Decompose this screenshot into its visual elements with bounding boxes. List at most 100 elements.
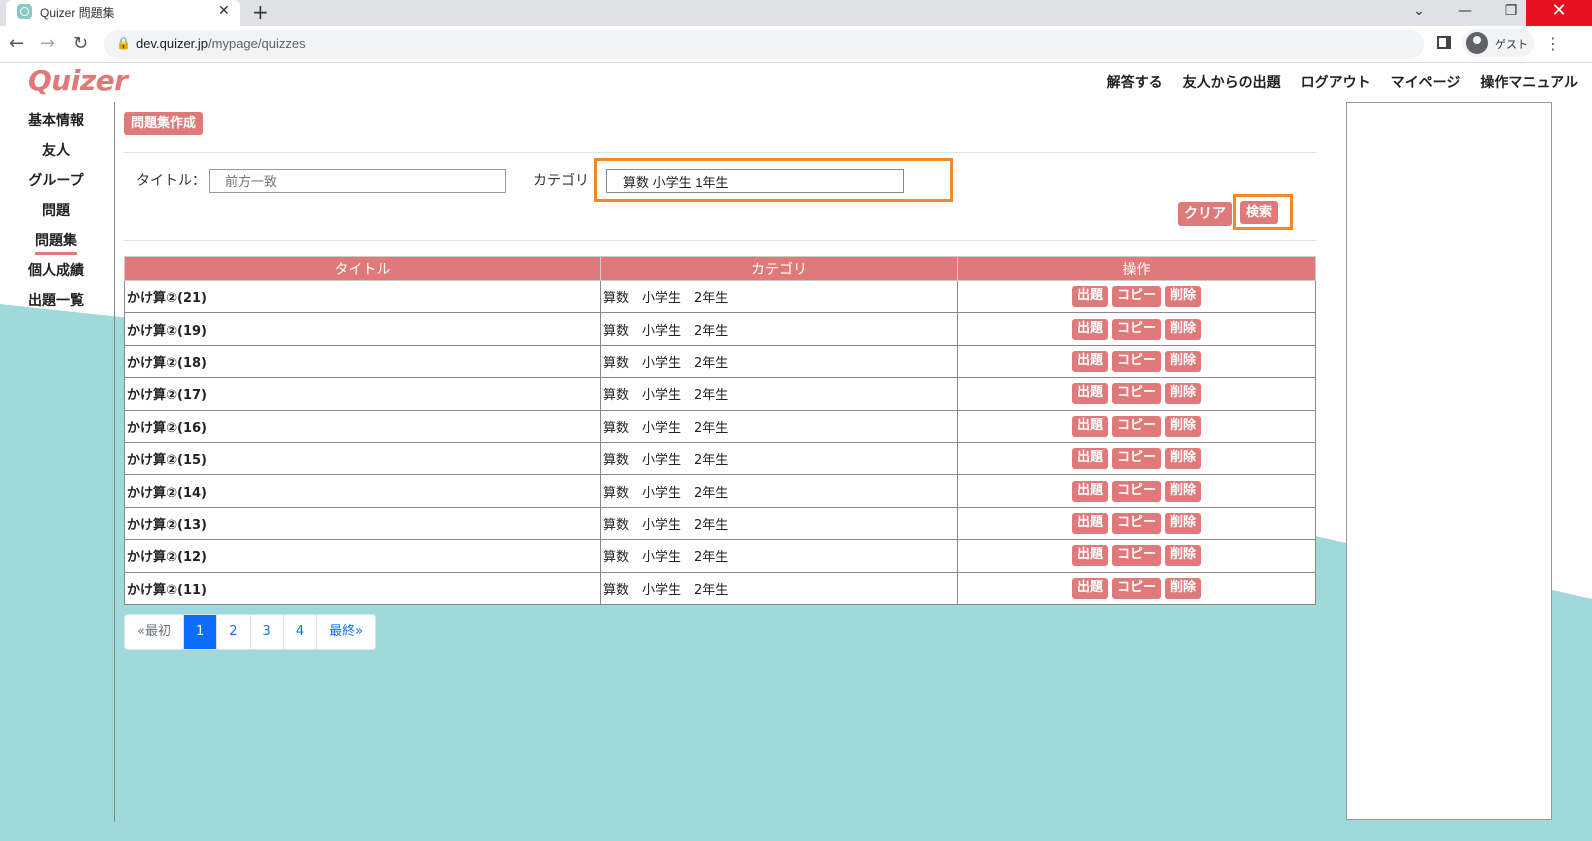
- cell-title: かけ算②(17): [124, 377, 601, 411]
- sidebar-item-results[interactable]: 個人成績: [0, 260, 112, 290]
- logo[interactable]: Quizer: [28, 64, 128, 97]
- cell-title: かけ算②(11): [124, 571, 601, 605]
- browser-tab[interactable]: Quizer 問題集 ✕: [6, 0, 240, 26]
- page-4[interactable]: 4: [283, 615, 318, 649]
- close-tab-icon[interactable]: ✕: [218, 3, 230, 19]
- nav-mypage[interactable]: マイページ: [1391, 72, 1461, 92]
- sidebar-item-questions[interactable]: 問題: [0, 200, 112, 230]
- avatar-icon: [1466, 32, 1488, 54]
- page-1[interactable]: 1: [183, 615, 218, 649]
- page-first[interactable]: «最初: [125, 615, 184, 649]
- assign-button[interactable]: 出題: [1071, 577, 1108, 599]
- assign-button[interactable]: 出題: [1071, 318, 1108, 340]
- lock-icon[interactable]: 🔒: [116, 36, 131, 50]
- header-actions: 操作: [957, 256, 1316, 281]
- copy-button[interactable]: コピー: [1111, 512, 1161, 534]
- main-content: 問題集作成 タイトル： カテゴリ クリア 検索 タイトル カテゴリ 操作 かけ算…: [124, 112, 1316, 650]
- title-label: タイトル：: [136, 173, 206, 189]
- nav-answer[interactable]: 解答する: [1107, 72, 1163, 92]
- sidebar-item-label: 問題集: [35, 233, 77, 255]
- url-host: dev.quizer.jp: [136, 36, 209, 51]
- sidebar-item-basic-info[interactable]: 基本情報: [0, 110, 112, 140]
- category-select[interactable]: [606, 169, 904, 193]
- sidebar-item-groups[interactable]: グループ: [0, 170, 112, 200]
- copy-button[interactable]: コピー: [1111, 383, 1161, 405]
- copy-button[interactable]: コピー: [1111, 577, 1161, 599]
- sidebar-item-quizzes[interactable]: 問題集: [0, 230, 112, 260]
- search-button[interactable]: 検索: [1240, 201, 1279, 224]
- cell-category: 算数 小学生 2年生: [600, 441, 958, 476]
- copy-button[interactable]: コピー: [1111, 480, 1161, 502]
- page-last[interactable]: 最終»: [317, 615, 376, 649]
- url-text[interactable]: dev.quizer.jp/mypage/quizzes: [136, 36, 306, 51]
- assign-button[interactable]: 出題: [1071, 448, 1108, 470]
- profile-button[interactable]: ゲスト: [1462, 29, 1534, 57]
- copy-button[interactable]: コピー: [1111, 286, 1161, 308]
- cell-category: 算数 小学生 2年生: [600, 474, 958, 508]
- table-row: かけ算②(19) 算数 小学生 2年生 出題 コピー 削除: [124, 312, 1316, 346]
- delete-button[interactable]: 削除: [1165, 350, 1202, 372]
- nav-manual[interactable]: 操作マニュアル: [1480, 72, 1578, 92]
- divider: [124, 240, 1316, 241]
- table-row: かけ算②(14) 算数 小学生 2年生 出題 コピー 削除: [124, 474, 1316, 508]
- create-quiz-button[interactable]: 問題集作成: [124, 112, 204, 135]
- delete-button[interactable]: 削除: [1165, 480, 1202, 502]
- assign-button[interactable]: 出題: [1071, 286, 1108, 308]
- assign-button[interactable]: 出題: [1071, 480, 1108, 502]
- copy-button[interactable]: コピー: [1111, 318, 1161, 340]
- tab-search-icon[interactable]: ⌄: [1396, 0, 1442, 26]
- copy-button[interactable]: コピー: [1111, 448, 1161, 470]
- page-2[interactable]: 2: [217, 615, 251, 649]
- side-panel-icon[interactable]: [1437, 36, 1451, 49]
- cell-category: 算数 小学生 2年生: [600, 409, 958, 443]
- cell-category: 算数 小学生 2年生: [600, 279, 958, 314]
- cell-actions: 出題 コピー 削除: [957, 474, 1316, 508]
- delete-button[interactable]: 削除: [1165, 383, 1202, 405]
- table-row: かけ算②(11) 算数 小学生 2年生 出題 コピー 削除: [124, 571, 1316, 605]
- cell-category: 算数 小学生 2年生: [600, 539, 958, 573]
- assign-button[interactable]: 出題: [1071, 383, 1108, 405]
- profile-label: ゲスト: [1495, 38, 1528, 51]
- page-3[interactable]: 3: [250, 615, 284, 649]
- reload-icon[interactable]: ↻: [73, 33, 88, 54]
- title-search-input[interactable]: [209, 169, 506, 193]
- assign-button[interactable]: 出題: [1071, 415, 1108, 437]
- nav-logout[interactable]: ログアウト: [1301, 72, 1371, 92]
- nav-from-friends[interactable]: 友人からの出題: [1183, 72, 1281, 92]
- delete-button[interactable]: 削除: [1165, 512, 1202, 534]
- sidebar-item-friends[interactable]: 友人: [0, 140, 112, 170]
- back-icon[interactable]: ←: [9, 33, 24, 54]
- quiz-table: タイトル カテゴリ 操作 かけ算②(21) 算数 小学生 2年生 出題 コピー 削除 かけ…: [124, 256, 1316, 605]
- copy-button[interactable]: コピー: [1111, 545, 1161, 567]
- table-row: かけ算②(17) 算数 小学生 2年生 出題 コピー 削除: [124, 377, 1316, 411]
- cell-actions: 出題 コピー 削除: [957, 571, 1316, 605]
- clear-button[interactable]: クリア: [1178, 202, 1232, 226]
- kebab-menu-icon[interactable]: ⋮: [1545, 34, 1561, 53]
- delete-button[interactable]: 削除: [1165, 318, 1202, 340]
- delete-button[interactable]: 削除: [1165, 448, 1202, 470]
- new-tab-icon[interactable]: +: [252, 0, 269, 24]
- assign-button[interactable]: 出題: [1071, 545, 1108, 567]
- header-category: カテゴリ: [600, 256, 958, 281]
- delete-button[interactable]: 削除: [1165, 545, 1202, 567]
- delete-button[interactable]: 削除: [1165, 577, 1202, 599]
- window-close-icon[interactable]: ✕: [1526, 0, 1592, 26]
- cell-actions: 出題 コピー 削除: [957, 344, 1316, 379]
- copy-button[interactable]: コピー: [1111, 415, 1161, 437]
- category-label: カテゴリ: [533, 173, 589, 189]
- cell-actions: 出題 コピー 削除: [957, 506, 1316, 541]
- sidebar-item-label: 出題一覧: [28, 293, 84, 309]
- delete-button[interactable]: 削除: [1165, 415, 1202, 437]
- copy-button[interactable]: コピー: [1111, 350, 1161, 372]
- sidebar-item-label: 個人成績: [28, 263, 84, 279]
- sidebar-item-assignments[interactable]: 出題一覧: [0, 290, 112, 320]
- assign-button[interactable]: 出題: [1071, 512, 1108, 534]
- address-bar[interactable]: 🔒 dev.quizer.jp/mypage/quizzes: [104, 30, 1424, 59]
- cell-actions: 出題 コピー 削除: [957, 377, 1316, 411]
- forward-icon[interactable]: →: [40, 33, 55, 54]
- table-row: かけ算②(12) 算数 小学生 2年生 出題 コピー 削除: [124, 539, 1316, 573]
- minimize-icon[interactable]: —: [1442, 0, 1488, 26]
- cell-title: かけ算②(19): [124, 312, 601, 346]
- assign-button[interactable]: 出題: [1071, 350, 1108, 372]
- delete-button[interactable]: 削除: [1165, 286, 1202, 308]
